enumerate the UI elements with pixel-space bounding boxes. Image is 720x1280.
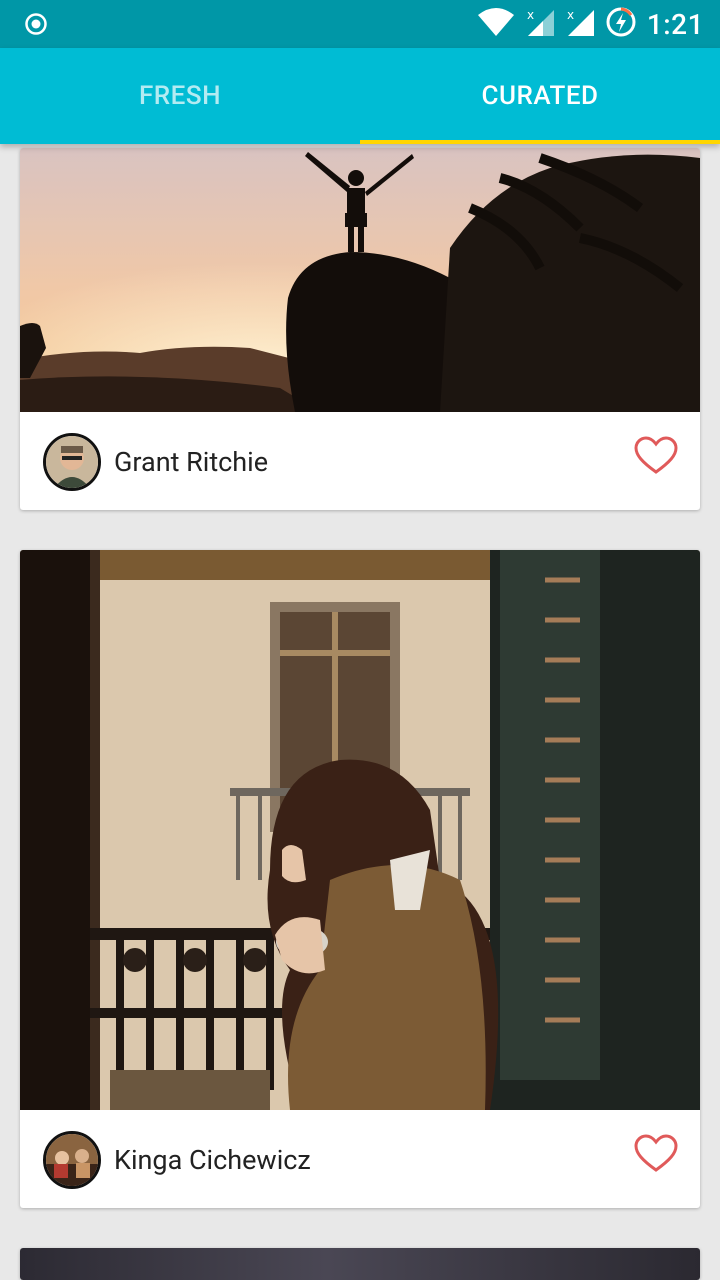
photo-silhouette-sunset[interactable] — [20, 148, 700, 412]
clock: 1:21 — [646, 7, 704, 41]
avatar[interactable] — [43, 1131, 101, 1189]
tab-indicator — [360, 140, 720, 144]
wifi-icon — [477, 7, 515, 41]
tab-fresh[interactable]: FRESH — [0, 48, 360, 144]
status-bar: x x 1:21 — [0, 0, 720, 48]
signal-icon: x — [565, 7, 595, 41]
author-name[interactable]: Grant Ritchie — [114, 412, 268, 510]
radio-button-icon — [24, 12, 48, 40]
card-footer: Kinga Cichewicz — [20, 1110, 700, 1208]
photo-balcony-coffee[interactable] — [20, 550, 700, 1110]
svg-text:x: x — [567, 8, 574, 22]
photo-card: Grant Ritchie — [20, 148, 700, 510]
photo-card: Kinga Cichewicz — [20, 550, 700, 1208]
tab-bar: FRESH CURATED — [0, 48, 720, 144]
heart-outline-icon[interactable] — [634, 1134, 678, 1178]
tab-curated[interactable]: CURATED — [360, 48, 720, 144]
photo-dark[interactable] — [20, 1248, 700, 1280]
card-footer: Grant Ritchie — [20, 412, 700, 510]
battery-charging-icon — [605, 6, 637, 42]
svg-text:x: x — [527, 8, 534, 22]
avatar[interactable] — [43, 433, 101, 491]
photo-card — [20, 1248, 700, 1280]
signal-icon: x — [525, 7, 555, 41]
heart-outline-icon[interactable] — [634, 436, 678, 480]
author-name[interactable]: Kinga Cichewicz — [114, 1110, 311, 1208]
